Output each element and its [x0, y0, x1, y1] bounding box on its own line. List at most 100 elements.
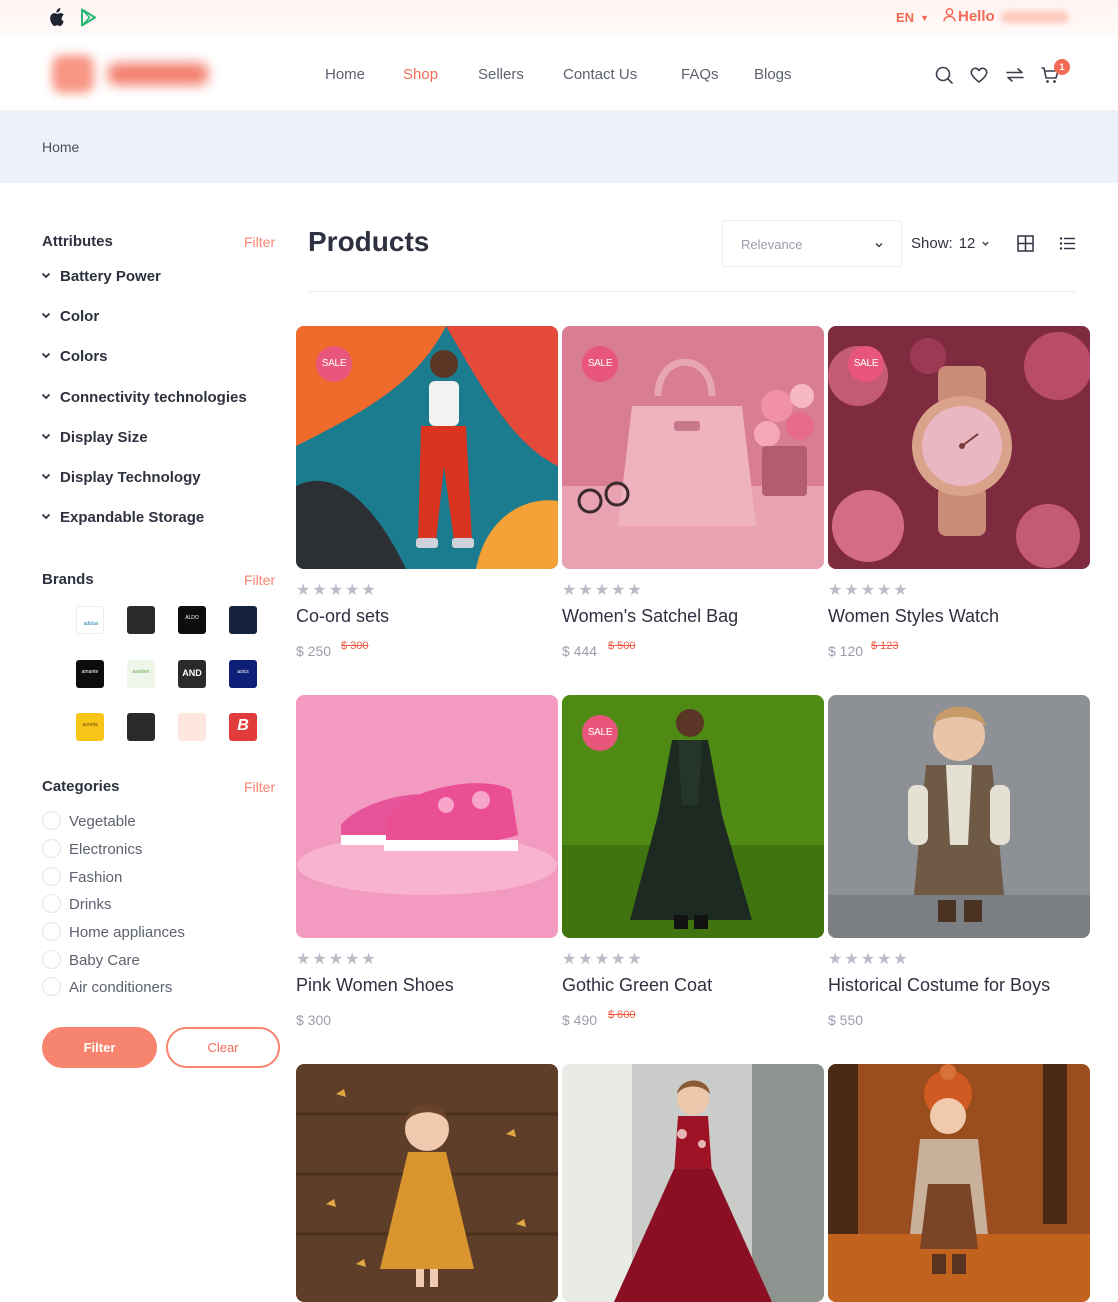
- brands-title: Brands: [42, 571, 94, 588]
- attributes-filter-link[interactable]: Filter: [244, 234, 275, 250]
- rating-stars: ★★★★★: [296, 582, 378, 599]
- brand-logo-brand-red[interactable]: [127, 606, 155, 634]
- show-label: Show:: [911, 235, 953, 252]
- nav-sellers[interactable]: Sellers: [478, 66, 524, 83]
- brand-logo-brand-dark[interactable]: [127, 713, 155, 741]
- sort-select[interactable]: Relevance: [722, 220, 902, 267]
- show-count-select[interactable]: Show: 12: [911, 235, 990, 252]
- product-name[interactable]: Women Styles Watch: [828, 606, 999, 627]
- product-name[interactable]: Women's Satchel Bag: [562, 606, 738, 627]
- attribute-toggle[interactable]: Display Technology: [40, 469, 201, 486]
- category-label: Home appliances: [69, 924, 185, 941]
- heart-icon[interactable]: [969, 65, 989, 85]
- chevron-down-icon: [40, 348, 52, 360]
- chevron-down-icon: [40, 429, 52, 441]
- chevron-down-icon: [982, 241, 990, 246]
- category-radio[interactable]: [42, 811, 61, 830]
- attribute-toggle[interactable]: Battery Power: [40, 268, 161, 285]
- brand-logo-amante[interactable]: amante: [76, 660, 104, 688]
- product-image-co-ord-sets[interactable]: SALE: [296, 326, 558, 569]
- rating-stars: ★★★★★: [296, 951, 378, 968]
- category-label: Air conditioners: [69, 979, 173, 996]
- page-title: Products: [308, 226, 430, 257]
- product-image-girl-yellow-dress[interactable]: [296, 1064, 558, 1302]
- nav-blogs[interactable]: Blogs: [754, 66, 792, 83]
- attributes-title: Attributes: [42, 233, 113, 250]
- product-price: $ 444: [562, 643, 598, 659]
- product-image-girl-red-gown[interactable]: [562, 1064, 824, 1302]
- brand-logo-text: aswiten: [132, 669, 150, 675]
- brand-logo-aswiten[interactable]: aswiten: [127, 660, 155, 688]
- attribute-toggle[interactable]: Colors: [40, 348, 108, 365]
- apple-icon[interactable]: [47, 8, 65, 27]
- category-radio[interactable]: [42, 922, 61, 941]
- clear-button[interactable]: Clear: [166, 1027, 280, 1068]
- product-image-pink-shoes[interactable]: [296, 695, 558, 938]
- category-option[interactable]: Fashion: [42, 867, 122, 886]
- brand-logo-aldo[interactable]: ALDO: [178, 606, 206, 634]
- brand-logo-brand-peach[interactable]: [178, 713, 206, 741]
- rating-stars: ★★★★★: [562, 582, 644, 599]
- compare-icon[interactable]: [1005, 65, 1025, 85]
- nav-shop[interactable]: Shop: [403, 66, 438, 83]
- logo-wordmark: [108, 63, 208, 85]
- category-option[interactable]: Electronics: [42, 839, 142, 858]
- product-price: $ 550: [828, 1012, 864, 1028]
- product-name[interactable]: Historical Costume for Boys: [828, 975, 1050, 996]
- product-image-boys-costume[interactable]: [828, 695, 1090, 938]
- brand-logo-asics[interactable]: asics: [229, 660, 257, 688]
- brand-logo-text: B: [237, 717, 249, 734]
- product-price: $ 490: [562, 1012, 598, 1028]
- product-image-gothic-coat[interactable]: SALE: [562, 695, 824, 938]
- product-name[interactable]: Gothic Green Coat: [562, 975, 712, 996]
- product-name[interactable]: Co-ord sets: [296, 606, 389, 627]
- nav-home[interactable]: Home: [325, 66, 365, 83]
- breadcrumb-home[interactable]: Home: [42, 139, 79, 155]
- language-selector[interactable]: EN ▼: [896, 10, 929, 25]
- cart-count-badge: 1: [1054, 59, 1070, 75]
- nav-contact-us[interactable]: Contact Us: [563, 66, 637, 83]
- product-image-toddler-autumn[interactable]: [828, 1064, 1090, 1302]
- site-logo[interactable]: [52, 55, 212, 95]
- attribute-toggle[interactable]: Display Size: [40, 429, 148, 446]
- account-greeting[interactable]: Hello: [943, 8, 1069, 25]
- chevron-down-icon: [875, 243, 883, 248]
- category-option[interactable]: Drinks: [42, 894, 112, 913]
- user-icon: [943, 8, 956, 22]
- category-option[interactable]: Air conditioners: [42, 977, 172, 996]
- brand-logo-adidas[interactable]: adidas: [76, 606, 104, 634]
- brands-filter-link[interactable]: Filter: [244, 572, 275, 588]
- categories-filter-link[interactable]: Filter: [244, 779, 275, 795]
- category-option[interactable]: Vegetable: [42, 811, 136, 830]
- category-radio[interactable]: [42, 894, 61, 913]
- product-image-satchel-bag[interactable]: SALE: [562, 326, 824, 569]
- attribute-toggle[interactable]: Color: [40, 308, 99, 325]
- category-radio[interactable]: [42, 867, 61, 886]
- category-label: Electronics: [69, 841, 143, 858]
- brand-logo-and[interactable]: AND: [178, 660, 206, 688]
- brand-logo-alen-solly[interactable]: [229, 606, 257, 634]
- attribute-toggle[interactable]: Connectivity technologies: [40, 389, 247, 406]
- category-radio[interactable]: [42, 839, 61, 858]
- category-radio[interactable]: [42, 977, 61, 996]
- list-view-icon[interactable]: [1059, 236, 1076, 251]
- filter-button[interactable]: Filter: [42, 1027, 157, 1068]
- category-option[interactable]: Baby Care: [42, 950, 140, 969]
- sale-badge: SALE: [848, 346, 884, 382]
- user-name-redacted: [1000, 11, 1069, 24]
- attribute-toggle[interactable]: Expandable Storage: [40, 509, 204, 526]
- search-icon[interactable]: [934, 65, 954, 85]
- google-play-icon[interactable]: [80, 8, 97, 27]
- brand-logo-brand-b[interactable]: B: [229, 713, 257, 741]
- brand-logo-aurelia[interactable]: aurelia: [76, 713, 104, 741]
- nav-faqs[interactable]: FAQs: [681, 66, 719, 83]
- category-radio[interactable]: [42, 950, 61, 969]
- attribute-label: Display Size: [60, 429, 148, 446]
- grid-view-icon[interactable]: [1017, 235, 1034, 252]
- rating-stars: ★★★★★: [828, 582, 910, 599]
- category-option[interactable]: Home appliances: [42, 922, 185, 941]
- show-value: 12: [958, 235, 976, 252]
- product-image-women-watch[interactable]: SALE: [828, 326, 1090, 569]
- sale-badge: SALE: [582, 346, 618, 382]
- product-name[interactable]: Pink Women Shoes: [296, 975, 454, 996]
